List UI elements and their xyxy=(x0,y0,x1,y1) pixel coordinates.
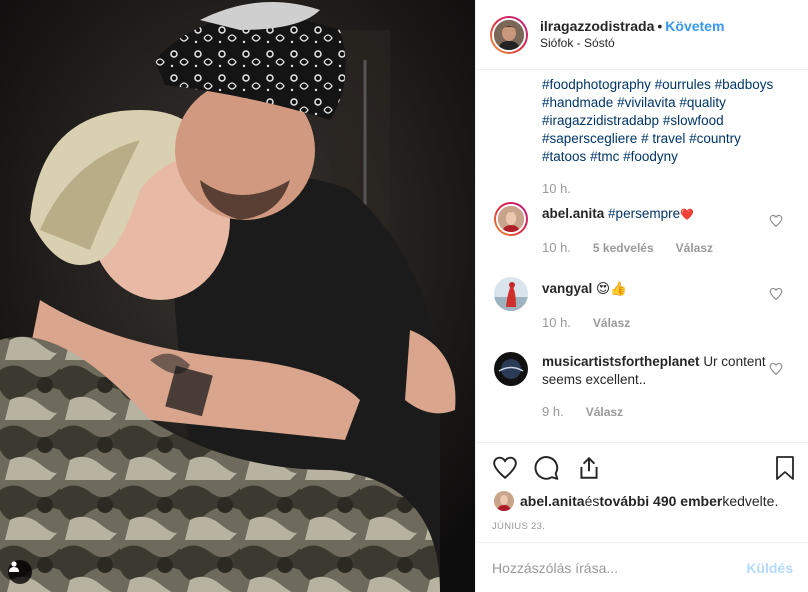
photo-illustration xyxy=(0,0,475,592)
commenter-avatar[interactable] xyxy=(494,352,528,386)
likes-others-link[interactable]: további 490 ember xyxy=(599,493,722,509)
hashtag-line: #handmade #vivilavita #quality xyxy=(542,94,792,112)
post-actions: abel.anita és további 490 ember kedvelte… xyxy=(476,442,808,542)
post-header: ilragazzodistrada • Követem Siófok - Sóstó xyxy=(476,0,808,70)
post-photo[interactable] xyxy=(0,0,475,592)
separator-dot: • xyxy=(657,17,663,34)
hashtag-line: #tatoos #tmc #foodyny xyxy=(542,148,792,166)
comment-emoji: 😍👍 xyxy=(596,281,627,296)
hashtag-link[interactable]: #vivilavita xyxy=(617,95,676,110)
caption-hashtags: #foodphotography #ourrules #badboys #hand… xyxy=(542,71,792,198)
hashtag-lines: #foodphotography #ourrules #badboys #hand… xyxy=(542,76,792,166)
commenter-avatar[interactable] xyxy=(494,202,528,236)
liker-avatar[interactable] xyxy=(494,491,514,511)
reply-button[interactable]: Válasz xyxy=(676,241,713,255)
user-tag-icon[interactable] xyxy=(8,560,32,584)
hashtag-link[interactable]: #foodyny xyxy=(623,149,678,164)
post-side-panel: ilragazzodistrada • Követem Siófok - Sóstó… xyxy=(475,0,808,592)
hashtag-link[interactable]: #tatoos xyxy=(542,149,586,164)
caption-time: 10 h. xyxy=(542,181,571,196)
heart-icon[interactable] xyxy=(492,455,518,481)
commenter-avatar[interactable] xyxy=(494,277,528,311)
comment-icon[interactable] xyxy=(534,455,560,481)
comment-input[interactable] xyxy=(492,559,747,576)
share-icon[interactable] xyxy=(576,455,602,481)
author-avatar[interactable] xyxy=(490,15,528,54)
comment-username[interactable]: vangyal xyxy=(542,281,592,296)
hashtag-link[interactable]: #foodphotography xyxy=(542,77,651,92)
comment-like-heart-icon[interactable] xyxy=(769,287,783,301)
hashtag-link[interactable]: #handmade xyxy=(542,95,613,110)
hashtag-link[interactable]: #tmc xyxy=(590,149,619,164)
hashtag-link[interactable]: #slowfood xyxy=(663,113,724,128)
instagram-post: ilragazzodistrada • Követem Siófok - Sóstó… xyxy=(0,0,808,592)
bookmark-icon[interactable] xyxy=(773,455,797,481)
add-comment-bar: Küldés xyxy=(476,542,808,592)
post-comment-button[interactable]: Küldés xyxy=(746,560,793,576)
likes-connector: és xyxy=(584,493,600,509)
comment-likes-count[interactable]: 5 kedvelés xyxy=(593,241,654,255)
comment-like-heart-icon[interactable] xyxy=(769,214,783,228)
post-date[interactable]: JÚNIUS 23. xyxy=(492,521,545,532)
likes-suffix: kedvelte. xyxy=(722,493,779,509)
hashtag-link[interactable]: #badboys xyxy=(715,77,774,92)
post-location[interactable]: Siófok - Sóstó xyxy=(540,35,724,52)
author-username[interactable]: ilragazzodistrada xyxy=(540,18,654,34)
comments-list[interactable]: #foodphotography #ourrules #badboys #hand… xyxy=(476,71,808,442)
comment-like-heart-icon[interactable] xyxy=(769,362,783,376)
hashtag-link[interactable]: #saperscegliere xyxy=(542,131,637,146)
reply-button[interactable]: Válasz xyxy=(593,316,630,330)
comment-username[interactable]: musicartistsfortheplanet xyxy=(542,354,700,369)
comment-hashtag[interactable]: #persempre xyxy=(608,206,680,221)
follow-button[interactable]: Követem xyxy=(665,18,724,34)
liker-username[interactable]: abel.anita xyxy=(520,493,585,509)
hashtag-link[interactable]: #iragazzidistradabp xyxy=(542,113,659,128)
hashtag-link[interactable]: #ourrules xyxy=(655,77,711,92)
hashtag-line: #foodphotography #ourrules #badboys xyxy=(542,76,792,94)
comment-time[interactable]: 9 h. xyxy=(542,404,564,419)
hashtag-line: #saperscegliere # travel #country xyxy=(542,130,792,148)
comment-username[interactable]: abel.anita xyxy=(542,206,604,221)
hashtag-link[interactable]: #quality xyxy=(679,95,726,110)
hashtag-line: #iragazzidistradabp #slowfood xyxy=(542,112,792,130)
comment-time[interactable]: 10 h. xyxy=(542,240,571,255)
caption-text: # travel xyxy=(637,131,690,146)
comment-time[interactable]: 10 h. xyxy=(542,315,571,330)
heart-emoji: ❤️ xyxy=(680,209,694,221)
likes-summary: abel.anita és további 490 ember kedvelte… xyxy=(494,491,778,511)
hashtag-link[interactable]: #country xyxy=(689,131,741,146)
reply-button[interactable]: Válasz xyxy=(586,405,623,419)
